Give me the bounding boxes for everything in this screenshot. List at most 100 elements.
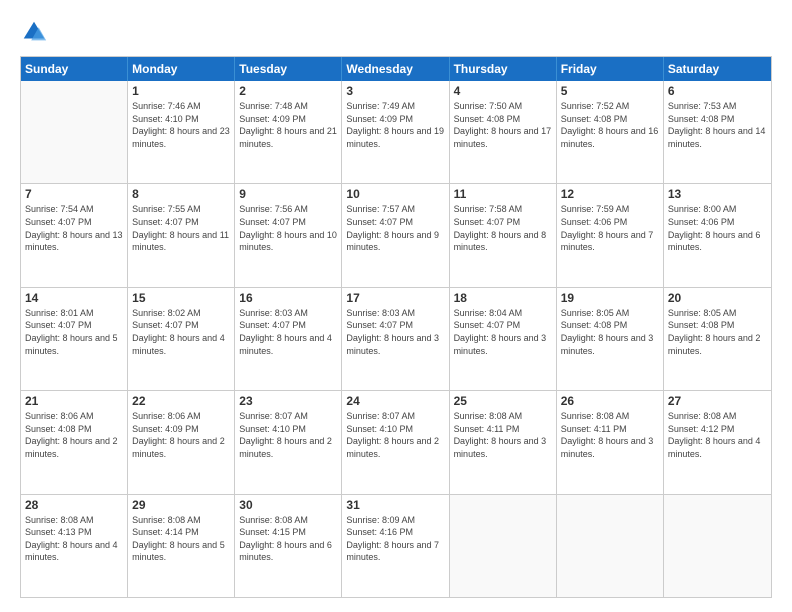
calendar-cell: 9 Sunrise: 7:56 AMSunset: 4:07 PMDaylight… — [235, 184, 342, 286]
page: SundayMondayTuesdayWednesdayThursdayFrid… — [0, 0, 792, 612]
day-number: 28 — [25, 498, 123, 512]
calendar-cell: 6 Sunrise: 7:53 AMSunset: 4:08 PMDaylight… — [664, 81, 771, 183]
cell-info: Sunrise: 8:04 AMSunset: 4:07 PMDaylight:… — [454, 307, 552, 357]
day-number: 13 — [668, 187, 767, 201]
day-number: 9 — [239, 187, 337, 201]
calendar-week-3: 14 Sunrise: 8:01 AMSunset: 4:07 PMDayligh… — [21, 288, 771, 391]
cell-info: Sunrise: 8:03 AMSunset: 4:07 PMDaylight:… — [239, 307, 337, 357]
day-number: 17 — [346, 291, 444, 305]
calendar-cell — [664, 495, 771, 597]
cell-info: Sunrise: 7:58 AMSunset: 4:07 PMDaylight:… — [454, 203, 552, 253]
cell-info: Sunrise: 7:55 AMSunset: 4:07 PMDaylight:… — [132, 203, 230, 253]
day-number: 19 — [561, 291, 659, 305]
cell-info: Sunrise: 7:52 AMSunset: 4:08 PMDaylight:… — [561, 100, 659, 150]
calendar-cell: 4 Sunrise: 7:50 AMSunset: 4:08 PMDaylight… — [450, 81, 557, 183]
day-number: 26 — [561, 394, 659, 408]
cell-info: Sunrise: 7:59 AMSunset: 4:06 PMDaylight:… — [561, 203, 659, 253]
calendar-cell: 16 Sunrise: 8:03 AMSunset: 4:07 PMDayligh… — [235, 288, 342, 390]
calendar-cell: 18 Sunrise: 8:04 AMSunset: 4:07 PMDayligh… — [450, 288, 557, 390]
cell-info: Sunrise: 8:08 AMSunset: 4:15 PMDaylight:… — [239, 514, 337, 564]
calendar-cell: 14 Sunrise: 8:01 AMSunset: 4:07 PMDayligh… — [21, 288, 128, 390]
header — [20, 18, 772, 46]
cell-info: Sunrise: 8:03 AMSunset: 4:07 PMDaylight:… — [346, 307, 444, 357]
calendar-cell — [21, 81, 128, 183]
cell-info: Sunrise: 8:08 AMSunset: 4:11 PMDaylight:… — [454, 410, 552, 460]
cell-info: Sunrise: 7:49 AMSunset: 4:09 PMDaylight:… — [346, 100, 444, 150]
day-number: 31 — [346, 498, 444, 512]
logo-icon — [20, 18, 48, 46]
calendar-cell: 30 Sunrise: 8:08 AMSunset: 4:15 PMDayligh… — [235, 495, 342, 597]
calendar-cell: 28Sunrise: 8:08 AMSunset: 4:13 PMDayligh… — [21, 495, 128, 597]
cell-info: Sunrise: 8:08 AMSunset: 4:12 PMDaylight:… — [668, 410, 767, 460]
day-number: 22 — [132, 394, 230, 408]
calendar-cell: 29 Sunrise: 8:08 AMSunset: 4:14 PMDayligh… — [128, 495, 235, 597]
cell-info: Sunrise: 8:06 AMSunset: 4:08 PMDaylight:… — [25, 410, 123, 460]
cell-info: Sunrise: 8:05 AMSunset: 4:08 PMDaylight:… — [668, 307, 767, 357]
cell-info: Sunrise: 8:09 AMSunset: 4:16 PMDaylight:… — [346, 514, 444, 564]
calendar-cell: 22Sunrise: 8:06 AMSunset: 4:09 PMDayligh… — [128, 391, 235, 493]
day-number: 3 — [346, 84, 444, 98]
calendar-cell: 20 Sunrise: 8:05 AMSunset: 4:08 PMDayligh… — [664, 288, 771, 390]
day-number: 4 — [454, 84, 552, 98]
day-number: 18 — [454, 291, 552, 305]
day-number: 12 — [561, 187, 659, 201]
cell-info: Sunrise: 7:48 AMSunset: 4:09 PMDaylight:… — [239, 100, 337, 150]
day-number: 2 — [239, 84, 337, 98]
cell-info: Sunrise: 8:07 AMSunset: 4:10 PMDaylight:… — [346, 410, 444, 460]
header-cell-tuesday: Tuesday — [235, 57, 342, 81]
calendar: SundayMondayTuesdayWednesdayThursdayFrid… — [20, 56, 772, 598]
calendar-cell: 27 Sunrise: 8:08 AMSunset: 4:12 PMDayligh… — [664, 391, 771, 493]
calendar-cell: 12 Sunrise: 7:59 AMSunset: 4:06 PMDayligh… — [557, 184, 664, 286]
cell-info: Sunrise: 7:56 AMSunset: 4:07 PMDaylight:… — [239, 203, 337, 253]
day-number: 8 — [132, 187, 230, 201]
calendar-week-5: 28Sunrise: 8:08 AMSunset: 4:13 PMDayligh… — [21, 495, 771, 597]
day-number: 11 — [454, 187, 552, 201]
day-number: 15 — [132, 291, 230, 305]
day-number: 29 — [132, 498, 230, 512]
calendar-cell: 15 Sunrise: 8:02 AMSunset: 4:07 PMDayligh… — [128, 288, 235, 390]
calendar-cell: 21 Sunrise: 8:06 AMSunset: 4:08 PMDayligh… — [21, 391, 128, 493]
cell-info: Sunrise: 8:08 AMSunset: 4:11 PMDaylight:… — [561, 410, 659, 460]
calendar-week-2: 7 Sunrise: 7:54 AMSunset: 4:07 PMDaylight… — [21, 184, 771, 287]
cell-info: Sunrise: 7:54 AMSunset: 4:07 PMDaylight:… — [25, 203, 123, 253]
day-number: 14 — [25, 291, 123, 305]
cell-info: Sunrise: 8:08 AMSunset: 4:14 PMDaylight:… — [132, 514, 230, 564]
cell-info: Sunrise: 7:46 AMSunset: 4:10 PMDaylight:… — [132, 100, 230, 150]
calendar-cell: 13Sunrise: 8:00 AMSunset: 4:06 PMDayligh… — [664, 184, 771, 286]
cell-info: Sunrise: 7:50 AMSunset: 4:08 PMDaylight:… — [454, 100, 552, 150]
header-cell-thursday: Thursday — [450, 57, 557, 81]
header-cell-wednesday: Wednesday — [342, 57, 449, 81]
calendar-week-1: 1 Sunrise: 7:46 AMSunset: 4:10 PMDaylight… — [21, 81, 771, 184]
calendar-body: 1 Sunrise: 7:46 AMSunset: 4:10 PMDaylight… — [21, 81, 771, 597]
day-number: 24 — [346, 394, 444, 408]
cell-info: Sunrise: 8:02 AMSunset: 4:07 PMDaylight:… — [132, 307, 230, 357]
calendar-cell: 26 Sunrise: 8:08 AMSunset: 4:11 PMDayligh… — [557, 391, 664, 493]
day-number: 30 — [239, 498, 337, 512]
calendar-cell — [450, 495, 557, 597]
calendar-cell: 8 Sunrise: 7:55 AMSunset: 4:07 PMDaylight… — [128, 184, 235, 286]
calendar-cell: 31 Sunrise: 8:09 AMSunset: 4:16 PMDayligh… — [342, 495, 449, 597]
cell-info: Sunrise: 7:53 AMSunset: 4:08 PMDaylight:… — [668, 100, 767, 150]
header-cell-friday: Friday — [557, 57, 664, 81]
calendar-cell: 5Sunrise: 7:52 AMSunset: 4:08 PMDaylight… — [557, 81, 664, 183]
day-number: 10 — [346, 187, 444, 201]
calendar-cell: 25Sunrise: 8:08 AMSunset: 4:11 PMDayligh… — [450, 391, 557, 493]
day-number: 1 — [132, 84, 230, 98]
cell-info: Sunrise: 8:01 AMSunset: 4:07 PMDaylight:… — [25, 307, 123, 357]
cell-info: Sunrise: 8:07 AMSunset: 4:10 PMDaylight:… — [239, 410, 337, 460]
calendar-cell — [557, 495, 664, 597]
day-number: 6 — [668, 84, 767, 98]
calendar-cell: 10Sunrise: 7:57 AMSunset: 4:07 PMDayligh… — [342, 184, 449, 286]
header-cell-monday: Monday — [128, 57, 235, 81]
logo — [20, 18, 52, 46]
calendar-cell: 3 Sunrise: 7:49 AMSunset: 4:09 PMDaylight… — [342, 81, 449, 183]
day-number: 7 — [25, 187, 123, 201]
day-number: 21 — [25, 394, 123, 408]
calendar-cell: 24 Sunrise: 8:07 AMSunset: 4:10 PMDayligh… — [342, 391, 449, 493]
cell-info: Sunrise: 8:05 AMSunset: 4:08 PMDaylight:… — [561, 307, 659, 357]
day-number: 16 — [239, 291, 337, 305]
calendar-cell: 23Sunrise: 8:07 AMSunset: 4:10 PMDayligh… — [235, 391, 342, 493]
day-number: 27 — [668, 394, 767, 408]
day-number: 20 — [668, 291, 767, 305]
calendar-cell: 17 Sunrise: 8:03 AMSunset: 4:07 PMDayligh… — [342, 288, 449, 390]
